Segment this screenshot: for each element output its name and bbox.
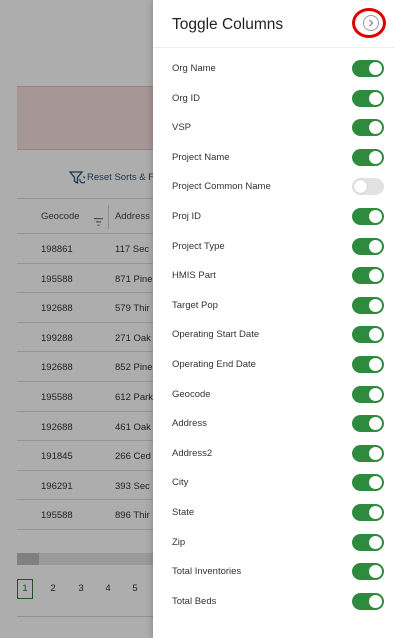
column-toggle-label: Geocode: [172, 388, 211, 400]
column-toggle-switch[interactable]: [352, 237, 384, 255]
column-toggle-item: Geocode: [153, 383, 394, 407]
column-toggle-switch[interactable]: [352, 504, 384, 521]
column-toggle-label: VSP: [172, 122, 192, 134]
column-toggle-switch[interactable]: [352, 208, 384, 225]
column-toggle-switch[interactable]: [352, 148, 384, 166]
toggle-columns-drawer: Toggle Columns Org Name Org ID VSP Project …: [153, 0, 394, 638]
column-toggle-item: VSP: [153, 116, 394, 140]
column-toggle-label: Target Pop: [172, 299, 218, 311]
toggle-knob: [369, 298, 382, 312]
drawer-header: Toggle Columns: [153, 0, 394, 48]
column-toggle-label: Org ID: [172, 92, 200, 104]
column-toggle-label: Project Type: [172, 240, 225, 252]
column-toggle-item: Zip: [153, 531, 394, 555]
column-toggle-label: Project Common Name: [172, 181, 271, 193]
drawer-title: Toggle Columns: [172, 16, 284, 33]
column-toggle-switch[interactable]: [352, 385, 384, 403]
column-toggle-label: State: [172, 507, 195, 518]
toggle-knob: [369, 446, 382, 460]
column-toggle-label: Address2: [172, 447, 213, 459]
column-toggle-switch[interactable]: [352, 296, 384, 314]
column-toggle-switch[interactable]: [352, 178, 384, 196]
column-toggle-item: Operating End Date: [153, 353, 394, 377]
toggle-knob: [369, 91, 382, 105]
column-toggle-item: Total Beds: [153, 590, 394, 614]
column-toggle-label: Total Inventories: [172, 566, 242, 578]
column-toggle-label: City: [172, 477, 189, 489]
column-toggle-item: Operating Start Date: [153, 323, 394, 347]
toggle-knob: [369, 387, 382, 401]
column-toggle-label: Operating End Date: [172, 359, 256, 370]
toggle-knob: [369, 328, 382, 342]
toggle-knob: [369, 269, 382, 283]
column-toggle-switch[interactable]: [352, 592, 384, 610]
column-toggle-label: Total Beds: [172, 595, 217, 607]
column-toggle-item: Project Name: [153, 146, 394, 170]
close-drawer-button[interactable]: [363, 15, 379, 31]
toggle-knob: [369, 476, 382, 490]
column-toggle-item: Org Name: [153, 57, 394, 81]
column-toggle-item: Org ID: [153, 87, 394, 111]
toggle-knob: [369, 150, 382, 164]
toggle-knob: [369, 62, 382, 75]
column-toggle-item: Project Common Name: [153, 175, 394, 199]
column-toggle-switch[interactable]: [352, 326, 384, 344]
toggle-knob: [369, 535, 382, 549]
toggle-knob: [369, 358, 382, 371]
column-toggle-switch[interactable]: [352, 533, 384, 551]
column-toggle-switch[interactable]: [352, 267, 384, 285]
toggle-knob: [354, 180, 367, 194]
column-toggle-label: Address: [172, 418, 207, 430]
toggle-knob: [369, 417, 382, 431]
column-toggle-switch[interactable]: [352, 89, 384, 107]
toggle-knob: [369, 506, 382, 519]
column-toggle-switch[interactable]: [352, 415, 384, 433]
toggle-knob: [369, 210, 382, 223]
column-toggle-item: Total Inventories: [153, 560, 394, 584]
toggle-knob: [369, 239, 382, 253]
chevron-right-circle-icon: [369, 19, 374, 27]
column-toggle-item: HMIS Part: [153, 264, 394, 288]
column-toggle-item: Target Pop: [153, 294, 394, 318]
column-toggle-item: Project Type: [153, 235, 394, 259]
column-toggle-switch[interactable]: [352, 563, 384, 581]
column-toggle-switch[interactable]: [352, 60, 384, 77]
toggle-knob: [369, 121, 382, 135]
column-toggle-switch[interactable]: [352, 119, 384, 137]
column-toggle-label: Operating Start Date: [172, 329, 260, 341]
column-toggle-switch[interactable]: [352, 444, 384, 462]
column-toggle-item: City: [153, 471, 394, 495]
column-toggle-item: Address2: [153, 442, 394, 466]
column-toggle-label: Zip: [172, 536, 186, 548]
column-toggle-switch[interactable]: [352, 356, 384, 373]
column-toggle-label: Project Name: [172, 151, 230, 163]
column-toggle-label: Proj ID: [172, 211, 202, 222]
column-toggle-label: HMIS Part: [172, 270, 216, 282]
column-toggle-switch[interactable]: [352, 474, 384, 492]
toggle-knob: [369, 594, 382, 608]
toggle-knob: [369, 565, 382, 579]
column-toggle-item: Proj ID: [153, 205, 394, 229]
column-toggle-item: Address: [153, 412, 394, 436]
column-toggle-item: State: [153, 501, 394, 525]
column-toggle-label: Org Name: [172, 63, 216, 74]
